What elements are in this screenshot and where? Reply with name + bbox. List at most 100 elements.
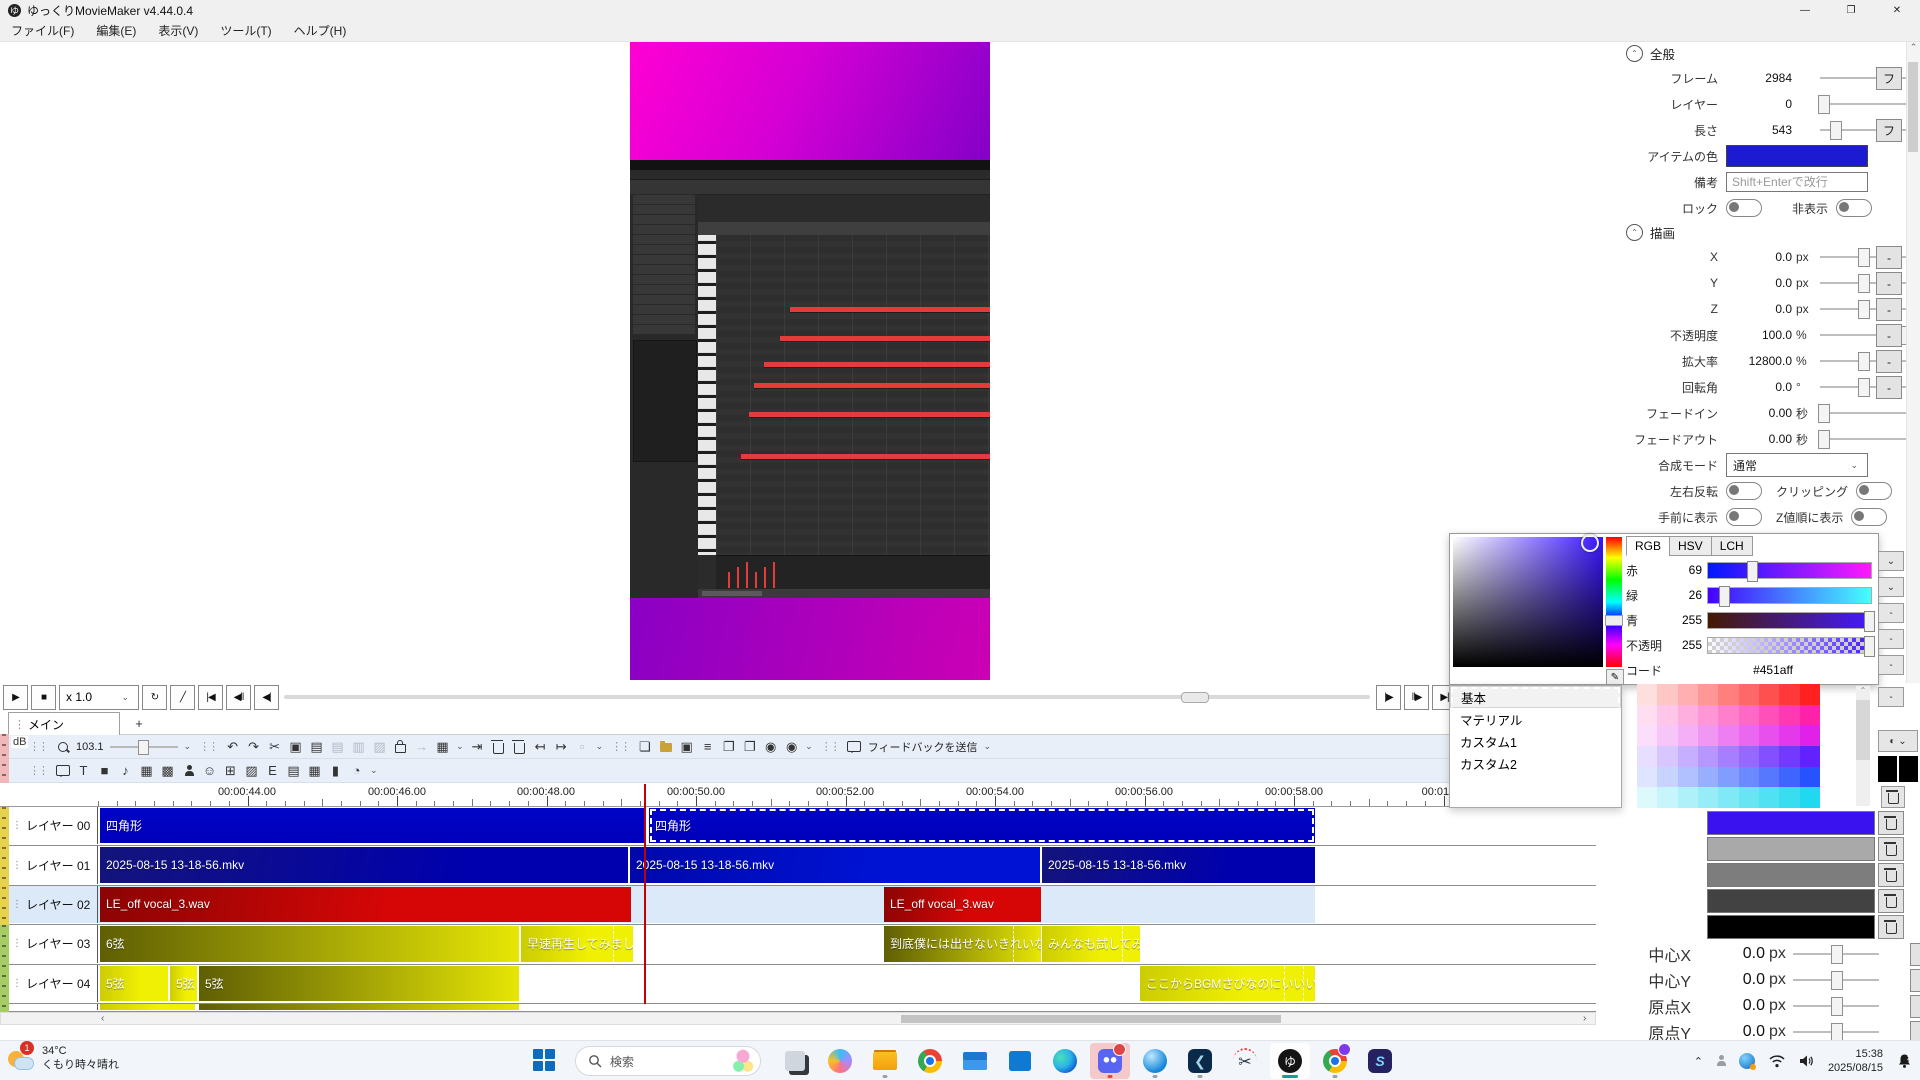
effect-link-3[interactable]: -: [1878, 655, 1904, 675]
toggle-クリッピング[interactable]: [1856, 482, 1892, 500]
property-value[interactable]: 2984: [1718, 71, 1792, 85]
property-slider[interactable]: [1793, 970, 1879, 990]
layer-label[interactable]: ⋮レイヤー 04: [9, 965, 98, 1002]
palette-cell[interactable]: [1657, 725, 1677, 746]
menu-4[interactable]: ヘルプ(H): [283, 20, 358, 42]
slider-thumb[interactable]: [1858, 248, 1870, 267]
capture-button[interactable]: ◉: [761, 737, 780, 756]
timeline-ruler[interactable]: 00:00:44.0000:00:46.0000:00:48.0000:00:5…: [0, 783, 1596, 807]
palette-cell[interactable]: [1779, 725, 1799, 746]
clipchamp-icon[interactable]: ❮: [1180, 1043, 1220, 1079]
palette-cell[interactable]: [1800, 787, 1820, 808]
black-color-swatch-2[interactable]: [1899, 756, 1918, 782]
gradient-color-swatch[interactable]: [1707, 837, 1875, 861]
chevron-down-icon[interactable]: ⌄: [984, 741, 992, 752]
picker-channel-value[interactable]: 69: [1674, 563, 1702, 577]
chevron-down-icon[interactable]: ⌄: [596, 741, 604, 752]
delete-color-button[interactable]: [1878, 889, 1904, 913]
property-link-button[interactable]: フ: [1876, 67, 1902, 90]
drag-grip[interactable]: ⋮⋮: [29, 764, 47, 777]
collapse-icon[interactable]: ⌃: [1626, 45, 1643, 62]
delete-color-button[interactable]: [1878, 915, 1904, 939]
slider-thumb[interactable]: [1818, 430, 1830, 449]
property-value[interactable]: 100.0: [1718, 328, 1792, 342]
paste-insert-button[interactable]: ▤: [328, 737, 347, 756]
feedback-icon[interactable]: [845, 737, 864, 756]
property-link-button[interactable]: -: [1910, 995, 1920, 1018]
chevron-down-icon[interactable]: ⌄: [184, 741, 192, 752]
property-link-button[interactable]: -: [1910, 943, 1920, 966]
property-link-button[interactable]: -: [1876, 324, 1902, 347]
palette-cell[interactable]: [1637, 746, 1657, 767]
chevron-down-icon[interactable]: ⌄: [805, 741, 813, 752]
effect-dropdown-1[interactable]: ⌄: [1878, 551, 1904, 571]
timeline-clip[interactable]: 四角形: [649, 808, 1315, 843]
picker-channel-slider[interactable]: [1707, 562, 1872, 579]
collapse-icon[interactable]: ⌃: [1626, 224, 1643, 241]
timeline-hscrollbar[interactable]: ‹ ›: [0, 1012, 1596, 1025]
skip-start-button[interactable]: |◀: [198, 685, 223, 710]
tray-app-icon[interactable]: [1739, 1053, 1755, 1069]
property-link-button[interactable]: -: [1910, 969, 1920, 992]
cut-button[interactable]: ✂: [265, 737, 284, 756]
timeline-clip[interactable]: 2025-08-15 13-18-56.mkv: [630, 847, 1040, 882]
palette-cell[interactable]: [1657, 746, 1677, 767]
gradient-color-swatch[interactable]: [1707, 889, 1875, 913]
palette-cell[interactable]: [1637, 767, 1657, 788]
mail-icon[interactable]: [955, 1043, 995, 1079]
duplicate-layer-button[interactable]: ❐: [740, 737, 759, 756]
item-settings-button[interactable]: ≡: [698, 737, 717, 756]
property-slider[interactable]: [1793, 1022, 1879, 1042]
palette-cell[interactable]: [1800, 684, 1820, 705]
search-box[interactable]: 検索: [575, 1046, 761, 1076]
palette-cell[interactable]: [1678, 725, 1698, 746]
property-value[interactable]: 0.0: [1718, 380, 1792, 394]
timeline-clip[interactable]: 5弦: [170, 966, 197, 1001]
tab-main[interactable]: ⋮メイン: [8, 712, 120, 736]
wifi-icon[interactable]: [1769, 1055, 1785, 1068]
palette-cell[interactable]: [1698, 705, 1718, 726]
gradient-color-swatch[interactable]: [1707, 863, 1875, 887]
image-item-button[interactable]: ▦: [137, 761, 156, 780]
slider-thumb[interactable]: [1831, 997, 1843, 1016]
clock[interactable]: 15:38 2025/08/15: [1828, 1047, 1883, 1075]
property-link-button[interactable]: -: [1876, 376, 1902, 399]
timeline-clip[interactable]: 6弦: [100, 926, 519, 961]
palette-cell[interactable]: [1678, 767, 1698, 788]
palette-cell[interactable]: [1759, 705, 1779, 726]
drag-grip[interactable]: ⋮⋮: [611, 740, 629, 753]
menu-3[interactable]: ツール(T): [209, 20, 282, 42]
weather-widget[interactable]: 1 34°C くもり時々晴れ: [6, 1043, 119, 1073]
shape-item-button[interactable]: ⊞: [221, 761, 240, 780]
picker-channel-value[interactable]: 26: [1674, 588, 1702, 602]
effect-link-2[interactable]: -: [1878, 629, 1904, 649]
picker-channel-value[interactable]: 255: [1674, 638, 1702, 652]
palette-cell[interactable]: [1800, 725, 1820, 746]
palette-cell[interactable]: [1678, 746, 1698, 767]
slider-thumb[interactable]: [1830, 121, 1842, 140]
timeline-clip[interactable]: LE_off vocal_3.wav: [884, 887, 1041, 922]
delete-effect-button[interactable]: [1881, 786, 1905, 808]
picker-slider-thumb[interactable]: [1864, 611, 1875, 632]
palette-cell[interactable]: [1739, 705, 1759, 726]
ymm-icon[interactable]: ゆ: [1270, 1043, 1310, 1079]
close-button[interactable]: ✕: [1874, 0, 1920, 20]
task-view-icon[interactable]: [775, 1043, 815, 1079]
property-value[interactable]: 0.0: [1718, 276, 1792, 290]
effect-link-1[interactable]: -: [1878, 603, 1904, 623]
play-button[interactable]: ▶: [3, 685, 28, 710]
picker-code-value[interactable]: #451aff: [1674, 663, 1872, 677]
slider-thumb[interactable]: [1858, 352, 1870, 371]
slider-thumb[interactable]: [1858, 378, 1870, 397]
chevron-down-icon[interactable]: ⌄: [456, 741, 464, 752]
property-value[interactable]: 0.0: [1691, 1023, 1765, 1041]
palette-cell[interactable]: [1698, 684, 1718, 705]
paste-button[interactable]: ▤: [307, 737, 326, 756]
picker-channel-slider[interactable]: [1707, 587, 1872, 604]
store-icon[interactable]: [1000, 1043, 1040, 1079]
template-item-button[interactable]: ▦: [305, 761, 324, 780]
effect-item-button[interactable]: ▨: [242, 761, 261, 780]
slider-thumb[interactable]: [1858, 274, 1870, 293]
character-item-button[interactable]: [179, 761, 198, 780]
black-color-swatch[interactable]: [1878, 756, 1897, 782]
